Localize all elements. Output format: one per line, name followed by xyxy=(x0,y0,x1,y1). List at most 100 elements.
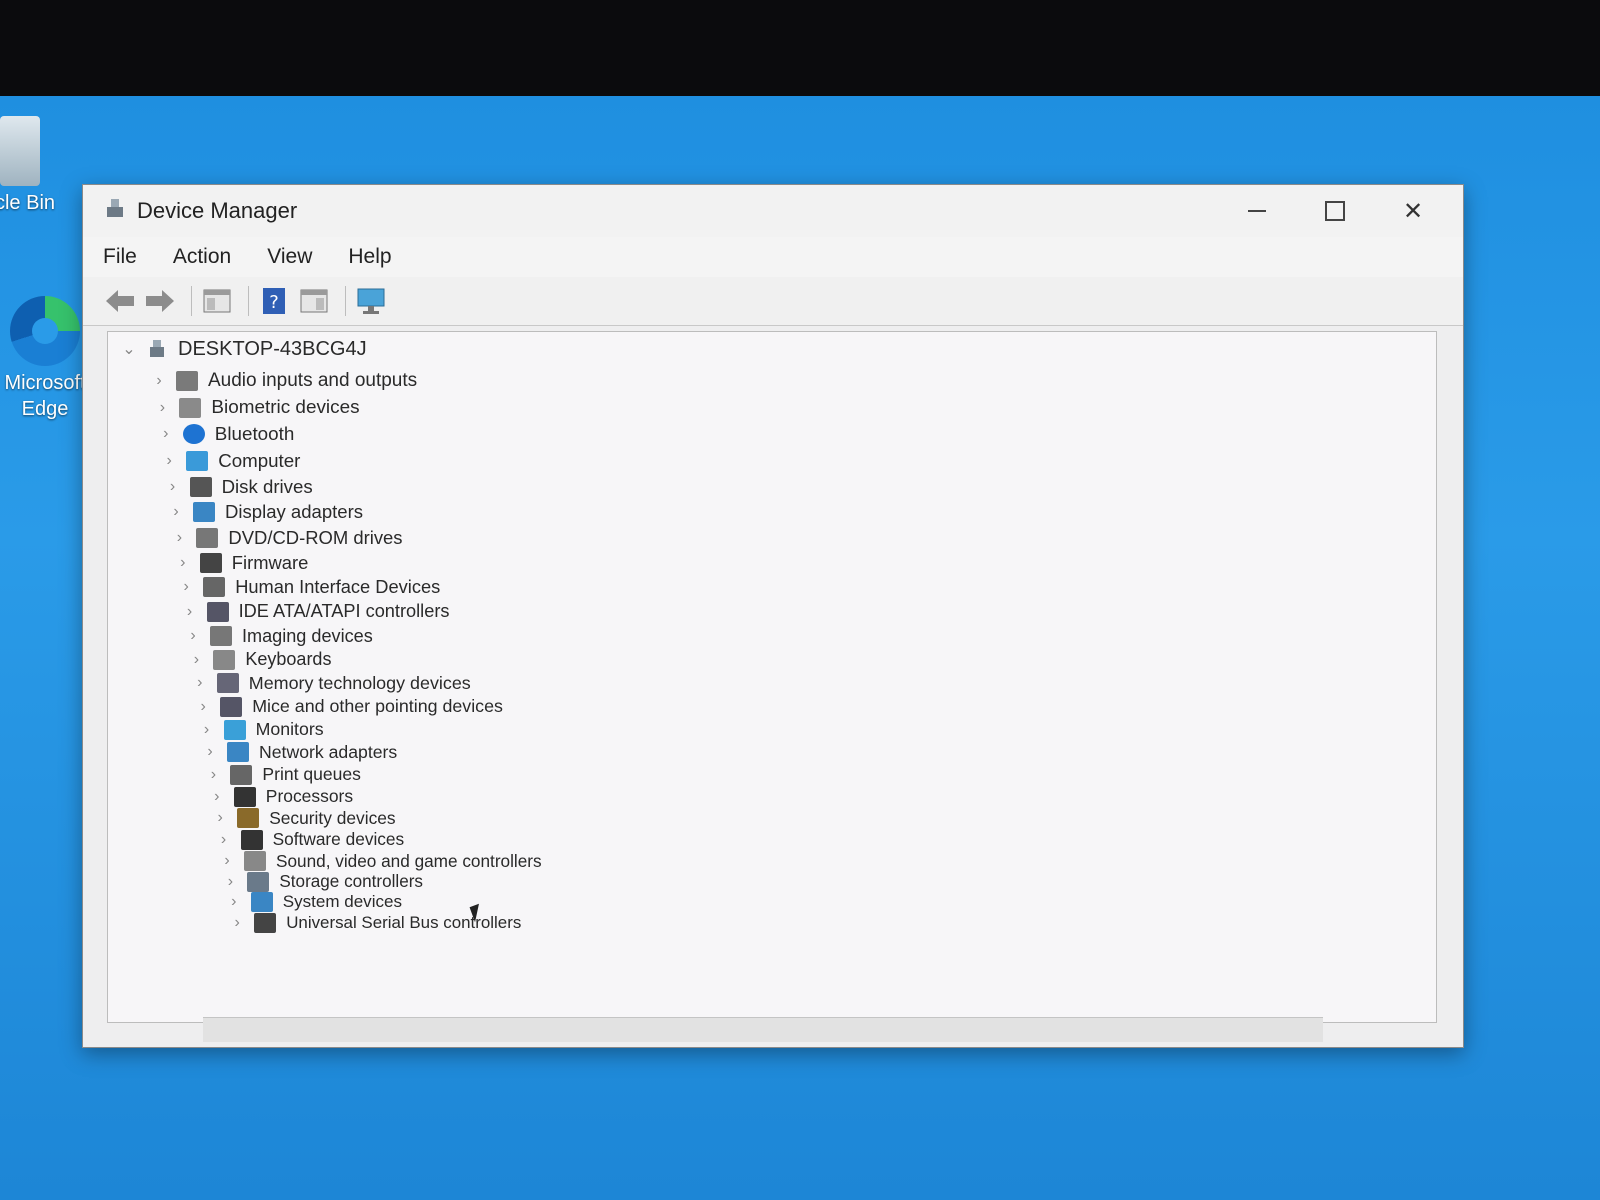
toolbar-separator xyxy=(248,286,249,316)
expand-chevron-icon[interactable]: › xyxy=(216,852,238,870)
tree-category-row[interactable]: › Firmware xyxy=(172,550,308,576)
toolbar-separator xyxy=(191,286,192,316)
expand-chevron-icon[interactable]: › xyxy=(179,603,201,621)
expand-chevron-icon[interactable]: › xyxy=(219,873,241,891)
forward-button[interactable] xyxy=(143,284,177,318)
expand-chevron-icon[interactable]: › xyxy=(189,674,211,692)
tree-category-label: Memory technology devices xyxy=(248,672,471,693)
firmware-icon xyxy=(199,552,222,573)
fingerprint-icon xyxy=(179,397,202,418)
toolbar: ? xyxy=(83,277,1463,326)
back-icon xyxy=(106,290,134,312)
keyboard-icon xyxy=(213,649,236,670)
menu-help[interactable]: Help xyxy=(344,241,395,273)
close-icon: ✕ xyxy=(1402,197,1424,225)
speaker-icon xyxy=(176,371,198,391)
tree-category-row[interactable]: › Audio inputs and outputs xyxy=(148,368,417,394)
maximize-button[interactable] xyxy=(1299,191,1371,231)
expand-chevron-icon[interactable]: › xyxy=(172,554,194,572)
expand-chevron-icon[interactable]: › xyxy=(168,529,190,547)
expand-chevron-icon[interactable]: › xyxy=(175,578,197,596)
software-device-icon xyxy=(240,829,263,850)
title-bar[interactable]: Device Manager ✕ xyxy=(83,185,1463,237)
tree-category-row[interactable]: › Display adapters xyxy=(165,499,363,525)
monitor-icon xyxy=(223,719,246,740)
expand-chevron-icon[interactable]: › xyxy=(209,809,231,827)
back-button[interactable] xyxy=(103,284,137,318)
recycle-bin-icon xyxy=(0,116,40,186)
expand-chevron-icon[interactable]: › xyxy=(182,627,204,645)
expand-chevron-icon[interactable]: › xyxy=(226,914,248,932)
expand-chevron-icon[interactable]: › xyxy=(155,425,177,443)
tree-category-label: Universal Serial Bus controllers xyxy=(286,912,522,932)
device-manager-window: Device Manager ✕ File Action View Help ? xyxy=(82,184,1464,1048)
display-adapter-icon xyxy=(193,502,215,523)
expand-chevron-icon[interactable]: › xyxy=(199,743,221,761)
menu-action[interactable]: Action xyxy=(169,241,235,273)
menu-file[interactable]: File xyxy=(99,241,141,273)
status-bar xyxy=(203,1017,1323,1042)
properties-button[interactable] xyxy=(297,284,331,318)
tree-category-row[interactable]: › Imaging devices xyxy=(182,623,373,649)
tree-category-row[interactable]: › Memory technology devices xyxy=(189,670,471,696)
tree-category-row[interactable]: › Bluetooth xyxy=(155,421,295,447)
tree-category-row[interactable]: › Disk drives xyxy=(162,474,313,500)
expand-chevron-icon[interactable]: › xyxy=(162,478,184,496)
minimize-button[interactable] xyxy=(1221,191,1293,231)
tree-category-row[interactable]: › IDE ATA/ATAPI controllers xyxy=(179,599,450,625)
bluetooth-icon xyxy=(182,424,205,445)
show-hide-console-tree-button[interactable] xyxy=(200,284,234,318)
expand-chevron-icon[interactable]: › xyxy=(213,831,235,849)
expand-chevron-icon[interactable]: › xyxy=(148,372,170,390)
properties-icon xyxy=(300,289,328,313)
tree-category-label: Disk drives xyxy=(221,475,313,497)
window-title: Device Manager xyxy=(137,198,298,223)
computer-icon xyxy=(186,450,209,471)
tree-category-row[interactable]: › Computer xyxy=(158,448,300,474)
expand-chevron-icon[interactable]: › xyxy=(165,503,187,521)
forward-icon xyxy=(146,290,174,312)
network-adapter-icon xyxy=(227,742,249,763)
computer-name: DESKTOP-43BCG4J xyxy=(178,337,367,360)
memory-icon xyxy=(216,673,239,694)
tree-root[interactable]: ⌄ DESKTOP-43BCG4J xyxy=(118,336,367,362)
tree-category-label: Human Interface Devices xyxy=(235,576,441,598)
close-button[interactable]: ✕ xyxy=(1377,191,1449,231)
expand-chevron-icon[interactable]: › xyxy=(158,452,180,470)
scan-hardware-button[interactable] xyxy=(354,284,388,318)
tree-category-row[interactable]: › DVD/CD-ROM drives xyxy=(168,525,403,551)
tree-category-label: Mice and other pointing devices xyxy=(252,696,503,717)
menu-bar: File Action View Help xyxy=(83,237,1463,277)
tree-category-label: Bluetooth xyxy=(214,423,295,445)
tree-category-label: Monitors xyxy=(255,719,324,740)
printer-icon xyxy=(230,764,253,785)
tree-category-label: DVD/CD-ROM drives xyxy=(228,526,403,548)
expand-chevron-icon[interactable]: › xyxy=(192,698,214,716)
menu-view[interactable]: View xyxy=(263,241,316,273)
collapse-chevron-icon[interactable]: ⌄ xyxy=(118,339,140,359)
help-icon: ? xyxy=(263,288,285,314)
expand-chevron-icon[interactable]: › xyxy=(185,651,207,669)
security-icon xyxy=(237,808,260,829)
disk-drive-icon xyxy=(189,476,212,497)
tree-category-label: Biometric devices xyxy=(211,396,360,418)
recycle-bin-shortcut[interactable]: ycle Bin xyxy=(0,116,80,216)
tree-category-label: Network adapters xyxy=(259,741,398,762)
expand-chevron-icon[interactable]: › xyxy=(206,788,228,806)
expand-chevron-icon[interactable]: › xyxy=(151,399,173,417)
tree-category-label: IDE ATA/ATAPI controllers xyxy=(238,601,450,622)
processor-icon xyxy=(233,786,256,807)
tree-category-row[interactable]: › Biometric devices xyxy=(151,395,360,421)
tree-category-row[interactable]: › Human Interface Devices xyxy=(175,574,440,600)
help-button[interactable]: ? xyxy=(257,284,291,318)
tree-category-label: Imaging devices xyxy=(242,625,373,646)
minimize-icon xyxy=(1248,210,1266,212)
mouse-icon xyxy=(220,696,243,717)
dvd-drive-icon xyxy=(196,527,219,548)
expand-chevron-icon[interactable]: › xyxy=(196,721,218,739)
edge-icon xyxy=(10,296,80,366)
computer-tree-icon xyxy=(150,340,164,357)
expand-chevron-icon[interactable]: › xyxy=(202,766,224,784)
tree-category-label: Display adapters xyxy=(225,501,364,523)
tree-category-row[interactable]: › Keyboards xyxy=(185,647,331,673)
